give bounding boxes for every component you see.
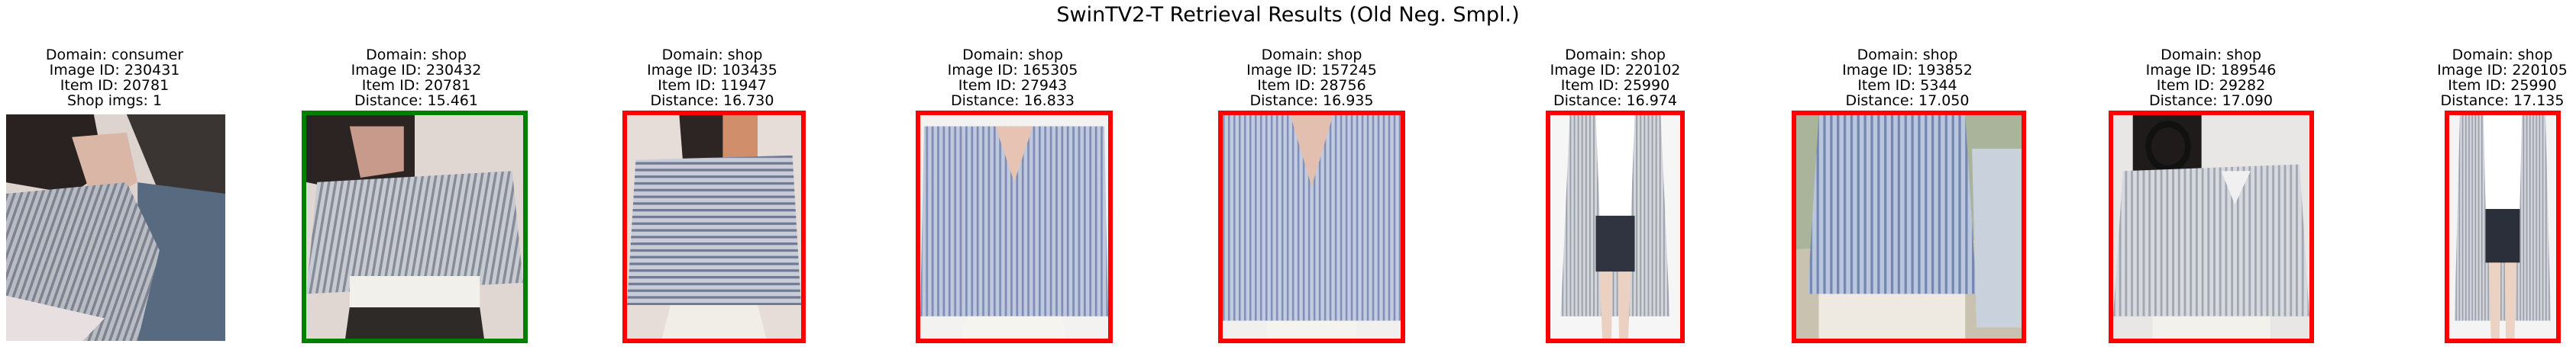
domain-label: Domain: shop [962,47,1063,63]
result-photo [2109,111,2314,343]
item-id-label: Item ID: 5344 [1857,77,1957,94]
item-id-label: Item ID: 27943 [958,77,1068,94]
domain-label: Domain: consumer [45,47,184,63]
result-panel-3: Domain: shop Image ID: 165305 Item ID: 2… [913,0,1113,347]
result-photo [1792,111,2026,343]
query-panel: Domain: consumer Image ID: 230431 Item I… [0,0,229,347]
result-panel-8: Domain: shop Image ID: 220105 Item ID: 2… [2429,0,2576,347]
domain-label: Domain: shop [2452,47,2553,63]
result-panel-2: Domain: shop Image ID: 103435 Item ID: 1… [619,0,806,347]
result-panel-4: Domain: shop Image ID: 157245 Item ID: 2… [1218,0,1405,347]
panel-caption: Domain: shop Image ID: 157245 Item ID: 2… [1218,47,1405,108]
retrieval-figure: SwinTV2-T Retrieval Results (Old Neg. Sm… [0,0,2576,347]
panel-caption: Domain: shop Image ID: 220102 Item ID: 2… [1535,47,1695,108]
item-id-label: Item ID: 20781 [60,77,170,94]
item-id-label: Item ID: 20781 [361,77,471,94]
panel-caption: Domain: shop Image ID: 103435 Item ID: 1… [619,47,806,108]
distance-label: Distance: 16.974 [1553,92,1677,109]
domain-label: Domain: shop [1857,47,1958,63]
result-photo [622,111,806,343]
result-photo [1218,111,1405,343]
distance-label: Distance: 15.461 [354,92,478,109]
panel-caption: Domain: shop Image ID: 189546 Item ID: 2… [2104,47,2318,108]
domain-label: Domain: shop [1261,47,1362,63]
distance-label: Distance: 17.135 [2440,92,2565,109]
panel-caption: Domain: shop Image ID: 193852 Item ID: 5… [1787,47,2028,108]
image-id-label: Image ID: 230431 [49,62,180,79]
result-photo [916,111,1113,343]
image-id-label: Image ID: 230432 [351,62,482,79]
domain-label: Domain: shop [366,47,467,63]
item-id-label: Item ID: 25990 [2448,77,2557,94]
image-id-label: Image ID: 103435 [647,62,777,79]
domain-label: Domain: shop [2161,47,2261,63]
distance-label: Distance: 17.090 [2148,92,2273,109]
image-id-label: Image ID: 165305 [947,62,1078,79]
image-id-label: Image ID: 220102 [1550,62,1681,79]
result-panel-1: Domain: shop Image ID: 230432 Item ID: 2… [302,0,531,347]
result-photo [302,111,528,343]
distance-label: Distance: 17.050 [1845,92,1970,109]
panel-caption: Domain: consumer Image ID: 230431 Item I… [0,47,229,108]
image-id-label: Image ID: 189546 [2145,62,2277,79]
distance-label: Distance: 16.730 [650,92,774,109]
query-photo [6,114,225,341]
item-id-label: Item ID: 29282 [2156,77,2266,94]
image-id-label: Image ID: 220105 [2437,62,2568,79]
result-panel-6: Domain: shop Image ID: 193852 Item ID: 5… [1787,0,2028,347]
shop-imgs-label: Shop imgs: 1 [66,92,163,109]
item-id-label: Item ID: 25990 [1560,77,1670,94]
image-id-label: Image ID: 157245 [1246,62,1377,79]
domain-label: Domain: shop [661,47,763,63]
distance-label: Distance: 16.935 [1249,92,1374,109]
panel-caption: Domain: shop Image ID: 165305 Item ID: 2… [913,47,1113,108]
image-id-label: Image ID: 193852 [1842,62,1973,79]
result-photo [2445,111,2561,343]
panel-caption: Domain: shop Image ID: 220105 Item ID: 2… [2429,47,2576,108]
domain-label: Domain: shop [1565,47,1666,63]
result-panel-5: Domain: shop Image ID: 220102 Item ID: 2… [1535,0,1695,347]
item-id-label: Item ID: 11947 [658,77,767,94]
result-panel-7: Domain: shop Image ID: 189546 Item ID: 2… [2104,0,2318,347]
distance-label: Distance: 16.833 [950,92,1075,109]
result-photo [1546,111,1685,343]
panel-caption: Domain: shop Image ID: 230432 Item ID: 2… [302,47,531,108]
item-id-label: Item ID: 28756 [1257,77,1366,94]
